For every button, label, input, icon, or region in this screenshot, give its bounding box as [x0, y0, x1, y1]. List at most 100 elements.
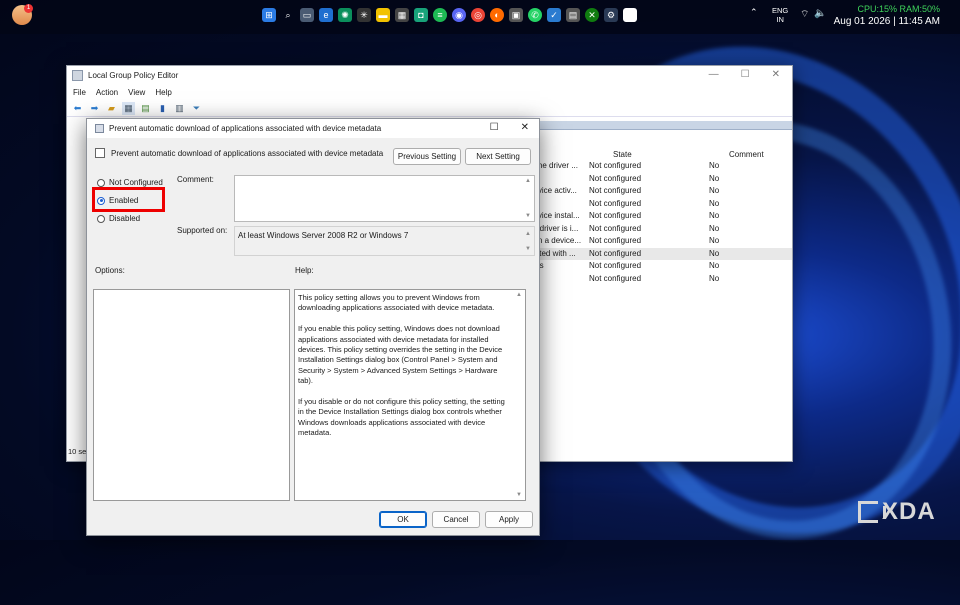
- chatgpt-icon[interactable]: ✺: [338, 8, 352, 22]
- ok-button[interactable]: OK: [379, 511, 427, 528]
- xbox-icon[interactable]: ✕: [585, 8, 599, 22]
- dialog-titlebar[interactable]: Prevent automatic download of applicatio…: [87, 119, 539, 138]
- column-state[interactable]: State: [613, 150, 632, 159]
- close-icon[interactable]: ✕: [772, 69, 780, 80]
- gear-icon[interactable]: ⚙: [604, 8, 618, 22]
- gpe-titlebar[interactable]: Local Group Policy Editor: [67, 66, 792, 85]
- row-comment: No: [709, 161, 720, 170]
- terminal-icon[interactable]: ▤: [566, 8, 580, 22]
- table-row[interactable]: ric driver is i... Not configured No: [529, 223, 792, 236]
- row-state: Not configured: [589, 236, 642, 245]
- next-setting-button[interactable]: Next Setting: [465, 148, 531, 165]
- language-indicator[interactable]: ENG IN: [772, 6, 788, 24]
- row-comment: No: [709, 273, 720, 283]
- scroll-down-icon[interactable]: ▼: [525, 213, 531, 219]
- table-row[interactable]: device instal... Not configured No: [529, 210, 792, 223]
- row-state: Not configured: [589, 261, 642, 270]
- file-explorer-icon[interactable]: ▬: [376, 8, 390, 22]
- discord-icon[interactable]: ◉: [452, 8, 466, 22]
- menu-action[interactable]: Action: [96, 88, 118, 97]
- table-row[interactable]: device activ... Not configured No: [529, 185, 792, 198]
- radio-disabled[interactable]: Disabled: [97, 214, 140, 223]
- xda-logo-icon: [858, 501, 886, 523]
- table-row[interactable]: hen a device... Not configured No: [529, 235, 792, 248]
- supported-on-label: Supported on:: [177, 226, 228, 235]
- whatsapp-icon[interactable]: ✆: [528, 8, 542, 22]
- radio-circle-icon: [97, 214, 105, 223]
- todo-icon[interactable]: ✓: [547, 8, 561, 22]
- supported-on-field: At least Windows Server 2008 R2 or Windo…: [234, 226, 535, 256]
- menu-help[interactable]: Help: [155, 88, 171, 97]
- volume-icon[interactable]: 🔈: [814, 8, 826, 21]
- row-state: Not configured: [589, 186, 642, 195]
- gpe-window-controls: — ☐ ✕: [709, 69, 780, 80]
- export-list-icon[interactable]: ▤: [139, 102, 152, 115]
- notes-icon[interactable]: ◘: [414, 8, 428, 22]
- row-state: Not configured: [589, 211, 642, 220]
- menu-file[interactable]: File: [73, 88, 86, 97]
- gpe-settings-list: State Comment g the driver ... Not config…: [529, 121, 792, 421]
- gpe-app-icon: [72, 70, 83, 81]
- app-icon[interactable]: ▣: [509, 8, 523, 22]
- scroll-up-icon[interactable]: ▲: [525, 178, 531, 184]
- chevron-up-icon[interactable]: ⌃: [750, 7, 758, 18]
- row-state: Not configured: [589, 198, 642, 208]
- table-row[interactable]: Not configured No: [539, 198, 792, 211]
- close-icon[interactable]: ✕: [521, 122, 529, 133]
- filter-icon[interactable]: ⏷: [190, 102, 203, 115]
- table-row[interactable]: g the driver ... Not configured No: [529, 160, 792, 173]
- highlight-box: [92, 187, 165, 212]
- help-label: Help:: [295, 266, 314, 275]
- start-icon[interactable]: ⊞: [262, 8, 276, 22]
- properties-icon[interactable]: ▥: [173, 102, 186, 115]
- policy-dialog: Prevent automatic download of applicatio…: [86, 118, 540, 536]
- notepad-icon[interactable]: [623, 8, 637, 22]
- up-folder-icon[interactable]: ▰: [105, 102, 118, 115]
- help-panel: This policy setting allows you to preven…: [294, 289, 526, 501]
- search-icon[interactable]: ⌕: [281, 8, 295, 22]
- row-comment: No: [709, 198, 720, 208]
- table-row[interactable]: ciated with ... Not configured No: [529, 247, 792, 260]
- row-comment: No: [709, 223, 720, 233]
- row-state: Not configured: [589, 223, 642, 233]
- help-icon[interactable]: ▮: [156, 102, 169, 115]
- column-comment[interactable]: Comment: [729, 150, 764, 159]
- settings-app-icon[interactable]: ✳: [357, 8, 371, 22]
- minimize-icon[interactable]: —: [709, 69, 719, 80]
- store-icon[interactable]: ▦: [395, 8, 409, 22]
- radio-circle-icon: [97, 178, 105, 187]
- spotify-icon[interactable]: ≡: [433, 8, 447, 22]
- clock: Aug 01 2026 | 11:45 AM: [833, 16, 940, 27]
- xda-watermark: XDA: [858, 498, 936, 526]
- table-row[interactable]: Not configured No: [539, 273, 792, 286]
- maximize-icon[interactable]: ☐: [741, 69, 750, 80]
- scroll-up-icon[interactable]: ▲: [516, 292, 522, 298]
- row-comment: No: [709, 186, 720, 195]
- apply-button[interactable]: Apply: [485, 511, 533, 528]
- chrome-icon[interactable]: ◎: [471, 8, 485, 22]
- show-tree-icon[interactable]: ▦: [122, 101, 135, 115]
- scroll-up-icon[interactable]: ▲: [525, 231, 531, 237]
- radio-not-configured[interactable]: Not Configured: [97, 178, 163, 187]
- scroll-down-icon[interactable]: ▼: [516, 492, 522, 498]
- maximize-icon[interactable]: ☐: [490, 122, 499, 133]
- task-view-icon[interactable]: ▭: [300, 8, 314, 22]
- comment-label: Comment:: [177, 175, 214, 184]
- row-comment: No: [709, 236, 720, 245]
- edge-icon[interactable]: e: [319, 8, 333, 22]
- gpe-title: Local Group Policy Editor: [88, 71, 179, 80]
- table-row[interactable]: ionsNot configuredNo: [529, 260, 792, 273]
- firefox-icon[interactable]: ◐: [490, 8, 504, 22]
- clock-area[interactable]: CPU:15% RAM:50% Aug 01 2026 | 11:45 AM: [834, 4, 940, 27]
- cancel-button[interactable]: Cancel: [432, 511, 480, 528]
- wifi-icon[interactable]: ⌔: [800, 8, 809, 21]
- back-arrow-icon[interactable]: ⬅: [71, 102, 84, 115]
- row-comment: No: [709, 248, 720, 258]
- menu-view[interactable]: View: [128, 88, 145, 97]
- scroll-down-icon[interactable]: ▼: [525, 246, 531, 252]
- previous-setting-button[interactable]: Previous Setting: [393, 148, 461, 165]
- table-row[interactable]: Not configured No: [539, 173, 792, 186]
- forward-arrow-icon[interactable]: ➡: [88, 102, 101, 115]
- comment-input[interactable]: ▲ ▼: [234, 175, 535, 222]
- options-label: Options:: [95, 266, 125, 275]
